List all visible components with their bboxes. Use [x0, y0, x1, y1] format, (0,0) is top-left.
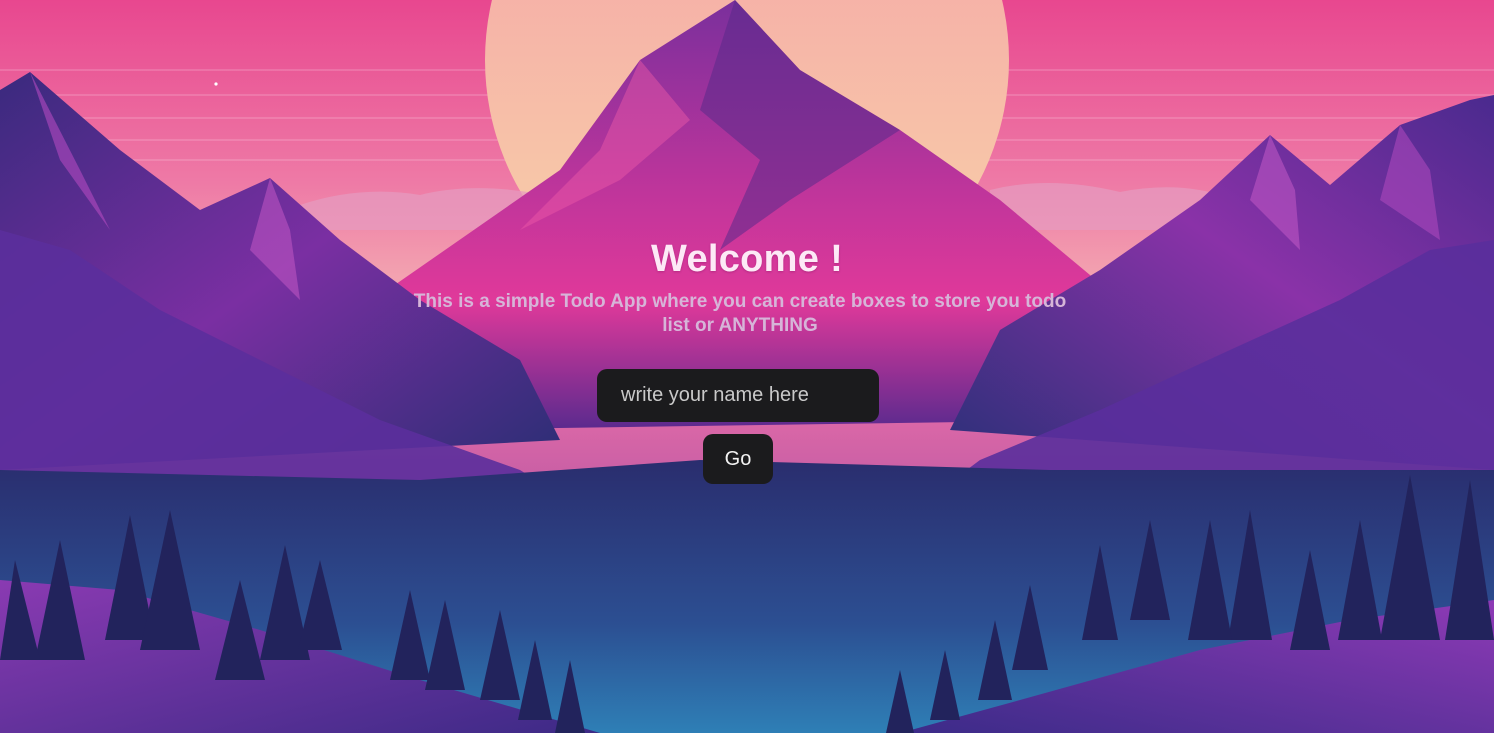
- go-button[interactable]: Go: [703, 434, 773, 484]
- welcome-panel: Welcome ! This is a simple Todo App wher…: [0, 0, 1494, 733]
- name-input[interactable]: [597, 369, 879, 422]
- page-subtitle: This is a simple Todo App where you can …: [413, 291, 1067, 336]
- page-title: Welcome !: [650, 238, 844, 280]
